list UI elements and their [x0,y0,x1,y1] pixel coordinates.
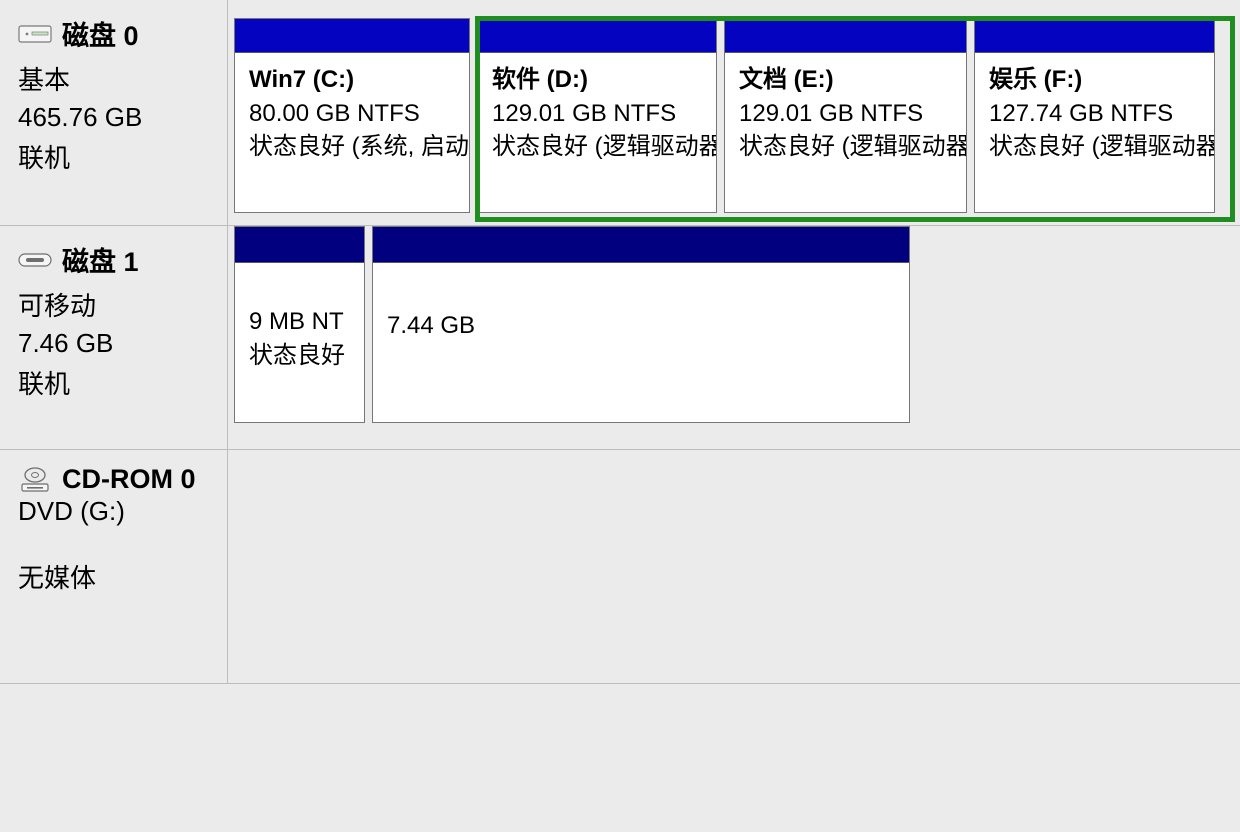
disk-row-1: 磁盘 1 可移动 7.46 GB 联机 9 MB NT 状态良好 7.44 GB [0,226,1240,450]
partition-status: 状态良好 (逻辑驱动器 [739,130,952,164]
partition-header [235,19,469,53]
partition-header [235,227,364,263]
partition-size: 9 MB NT [249,305,350,339]
partition-label: 文档 (E:) [739,63,952,97]
cdrom-name: CD-ROM 0 [62,464,196,495]
removable-drive-icon [18,252,52,268]
cdrom-drive: DVD (G:) [18,496,217,527]
spacer [18,527,217,557]
disk-info-panel-0[interactable]: 磁盘 0 基本 465.76 GB 联机 [0,0,228,225]
partition-removable-1[interactable]: 7.44 GB [372,226,910,423]
partition-header [725,19,966,53]
partition-size: 7.44 GB [387,309,895,343]
disk-info-panel-1[interactable]: 磁盘 1 可移动 7.46 GB 联机 [0,226,228,449]
partition-f[interactable]: 娱乐 (F:) 127.74 GB NTFS 状态良好 (逻辑驱动器 [974,18,1215,213]
disk-size: 7.46 GB [18,328,217,359]
disk-name: 磁盘 0 [62,14,139,53]
partition-c[interactable]: Win7 (C:) 80.00 GB NTFS 状态良好 (系统, 启动 [234,18,470,213]
disk-name: 磁盘 1 [62,240,139,279]
partition-label: Win7 (C:) [249,63,455,97]
disk-status: 联机 [18,138,217,175]
partition-status: 状态良好 [249,339,350,373]
disk-type: 基本 [18,60,217,97]
partition-size: 129.01 GB NTFS [492,97,702,131]
partition-status: 状态良好 (逻辑驱动器 [989,130,1200,164]
cdrom-row: CD-ROM 0 DVD (G:) 无媒体 [0,450,1240,684]
hdd-icon [18,25,52,43]
partition-header [975,19,1214,53]
partition-header [373,227,909,263]
partition-area-0: Win7 (C:) 80.00 GB NTFS 状态良好 (系统, 启动 软件 … [228,0,1240,225]
cdrom-media: 无媒体 [18,558,217,595]
disk-type: 可移动 [18,286,217,323]
optical-drive-icon [18,467,52,493]
partition-removable-0[interactable]: 9 MB NT 状态良好 [234,226,365,423]
partition-size: 80.00 GB NTFS [249,97,455,131]
partition-label: 娱乐 (F:) [989,63,1200,97]
disk-size: 465.76 GB [18,102,217,133]
partition-label: 软件 (D:) [492,63,702,97]
partition-header [478,19,716,53]
partition-d[interactable]: 软件 (D:) 129.01 GB NTFS 状态良好 (逻辑驱动器 [477,18,717,213]
partition-status: 状态良好 (系统, 启动 [249,130,455,164]
disk-status: 联机 [18,364,217,401]
cdrom-info-panel[interactable]: CD-ROM 0 DVD (G:) 无媒体 [0,450,228,683]
partition-size: 129.01 GB NTFS [739,97,952,131]
disk-row-0: 磁盘 0 基本 465.76 GB 联机 Win7 (C:) 80.00 GB … [0,0,1240,226]
partition-status: 状态良好 (逻辑驱动器 [492,130,702,164]
partition-e[interactable]: 文档 (E:) 129.01 GB NTFS 状态良好 (逻辑驱动器 [724,18,967,213]
partition-area-1: 9 MB NT 状态良好 7.44 GB [228,226,1240,449]
partition-size: 127.74 GB NTFS [989,97,1200,131]
cdrom-area [228,450,1240,683]
